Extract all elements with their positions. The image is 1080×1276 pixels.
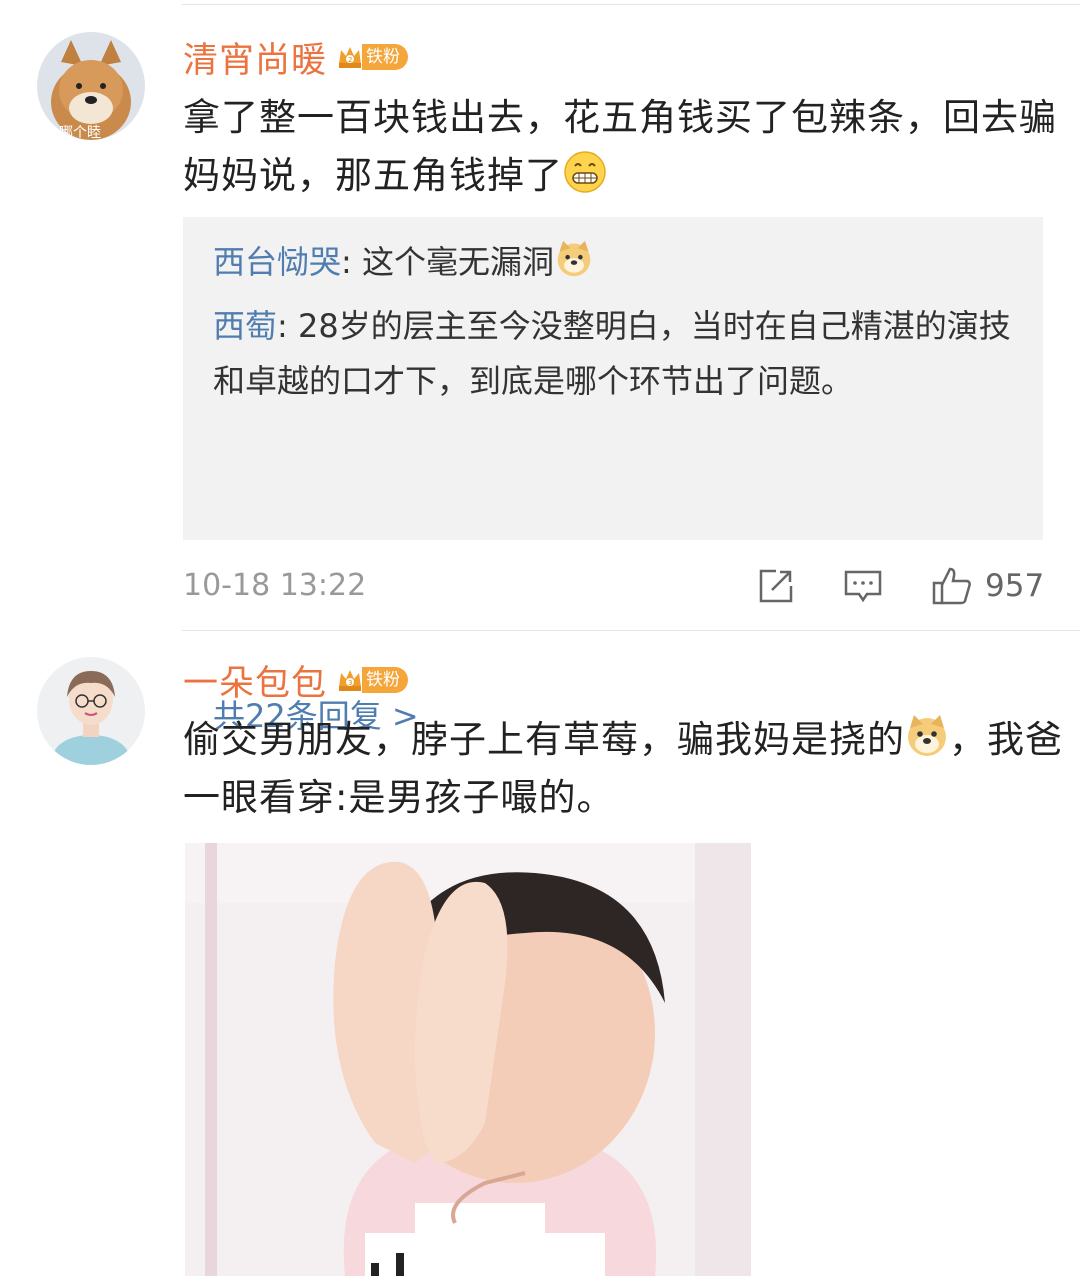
avatar[interactable] [37, 657, 145, 765]
like-count: 957 [985, 568, 1045, 604]
username-row: 清宵尚暖 2 铁粉 [183, 32, 409, 83]
avatar[interactable]: 哪个睦 [37, 32, 145, 140]
username-row: 一朵包包 3 铁粉 [183, 655, 409, 706]
doge-emoji-icon [908, 715, 946, 756]
badge-label: 铁粉 [362, 667, 409, 693]
badge-label: 铁粉 [362, 44, 409, 70]
reply-username[interactable]: 西萄 [213, 307, 277, 345]
comment-body: 偷交男朋友，脖子上有草莓，骗我妈是挠的 [183, 718, 905, 761]
reply-box[interactable]: 西台恸哭: 这个毫无漏洞 西萄: 28岁的层主至今没整明白，当时在自己精湛的演技… [183, 217, 1043, 735]
reply-text: : 这个毫无漏洞 [341, 243, 554, 281]
reply-item: 西台恸哭: 这个毫无漏洞 [213, 235, 1023, 290]
comment-text: 偷交男朋友，脖子上有草莓，骗我妈是挠的 ，我爸一眼看穿:是男孩子嘬的。 [183, 711, 1063, 827]
username[interactable]: 一朵包包 [183, 655, 327, 706]
reply-text: : 28岁的层主至今没整明白，当时在自己精湛的演技和卓越的口才下，到底是哪个环节… [213, 307, 1011, 400]
comment-item: 一朵包包 3 铁粉 偷交男朋友，脖子上有草莓，骗我妈是挠的 ，我爸一眼看穿:是男… [0, 631, 1080, 1276]
reply-item: 西萄: 28岁的层主至今没整明白，当时在自己精湛的演技和卓越的口才下，到底是哪个… [213, 299, 1023, 409]
like-button[interactable]: 957 [931, 565, 1044, 607]
svg-text:2: 2 [348, 56, 352, 64]
avatar-caption: 哪个睦 [59, 125, 101, 140]
comment-item: 哪个睦 清宵尚暖 2 铁粉 拿了整一百块钱出去，花五角钱买了包辣条，回去骗妈妈说… [0, 0, 1080, 735]
comment-button[interactable] [843, 565, 883, 607]
fan-badge[interactable]: 3 铁粉 [335, 663, 409, 697]
timestamp: 10-18 13:22 [183, 568, 367, 603]
fan-badge[interactable]: 2 铁粉 [335, 40, 409, 74]
grin-emoji-icon [564, 151, 606, 193]
like-icon [932, 567, 971, 605]
username[interactable]: 清宵尚暖 [183, 32, 327, 83]
share-button[interactable] [756, 565, 796, 607]
share-icon [759, 569, 793, 603]
comment-image[interactable] [185, 843, 751, 1276]
comment-icon [844, 570, 882, 603]
comment-body: 拿了整一百块钱出去，花五角钱买了包辣条，回去骗妈妈说，那五角钱掉了 [183, 96, 1057, 197]
crown-icon: 2 [339, 47, 362, 68]
reply-username[interactable]: 西台恸哭 [213, 243, 341, 281]
doge-emoji-icon [557, 240, 591, 277]
comment-meta: 10-18 13:22 957 [183, 565, 1044, 607]
svg-text:3: 3 [348, 679, 352, 687]
comment-text: 拿了整一百块钱出去，花五角钱买了包辣条，回去骗妈妈说，那五角钱掉了 [183, 89, 1063, 205]
crown-icon: 3 [339, 670, 362, 691]
